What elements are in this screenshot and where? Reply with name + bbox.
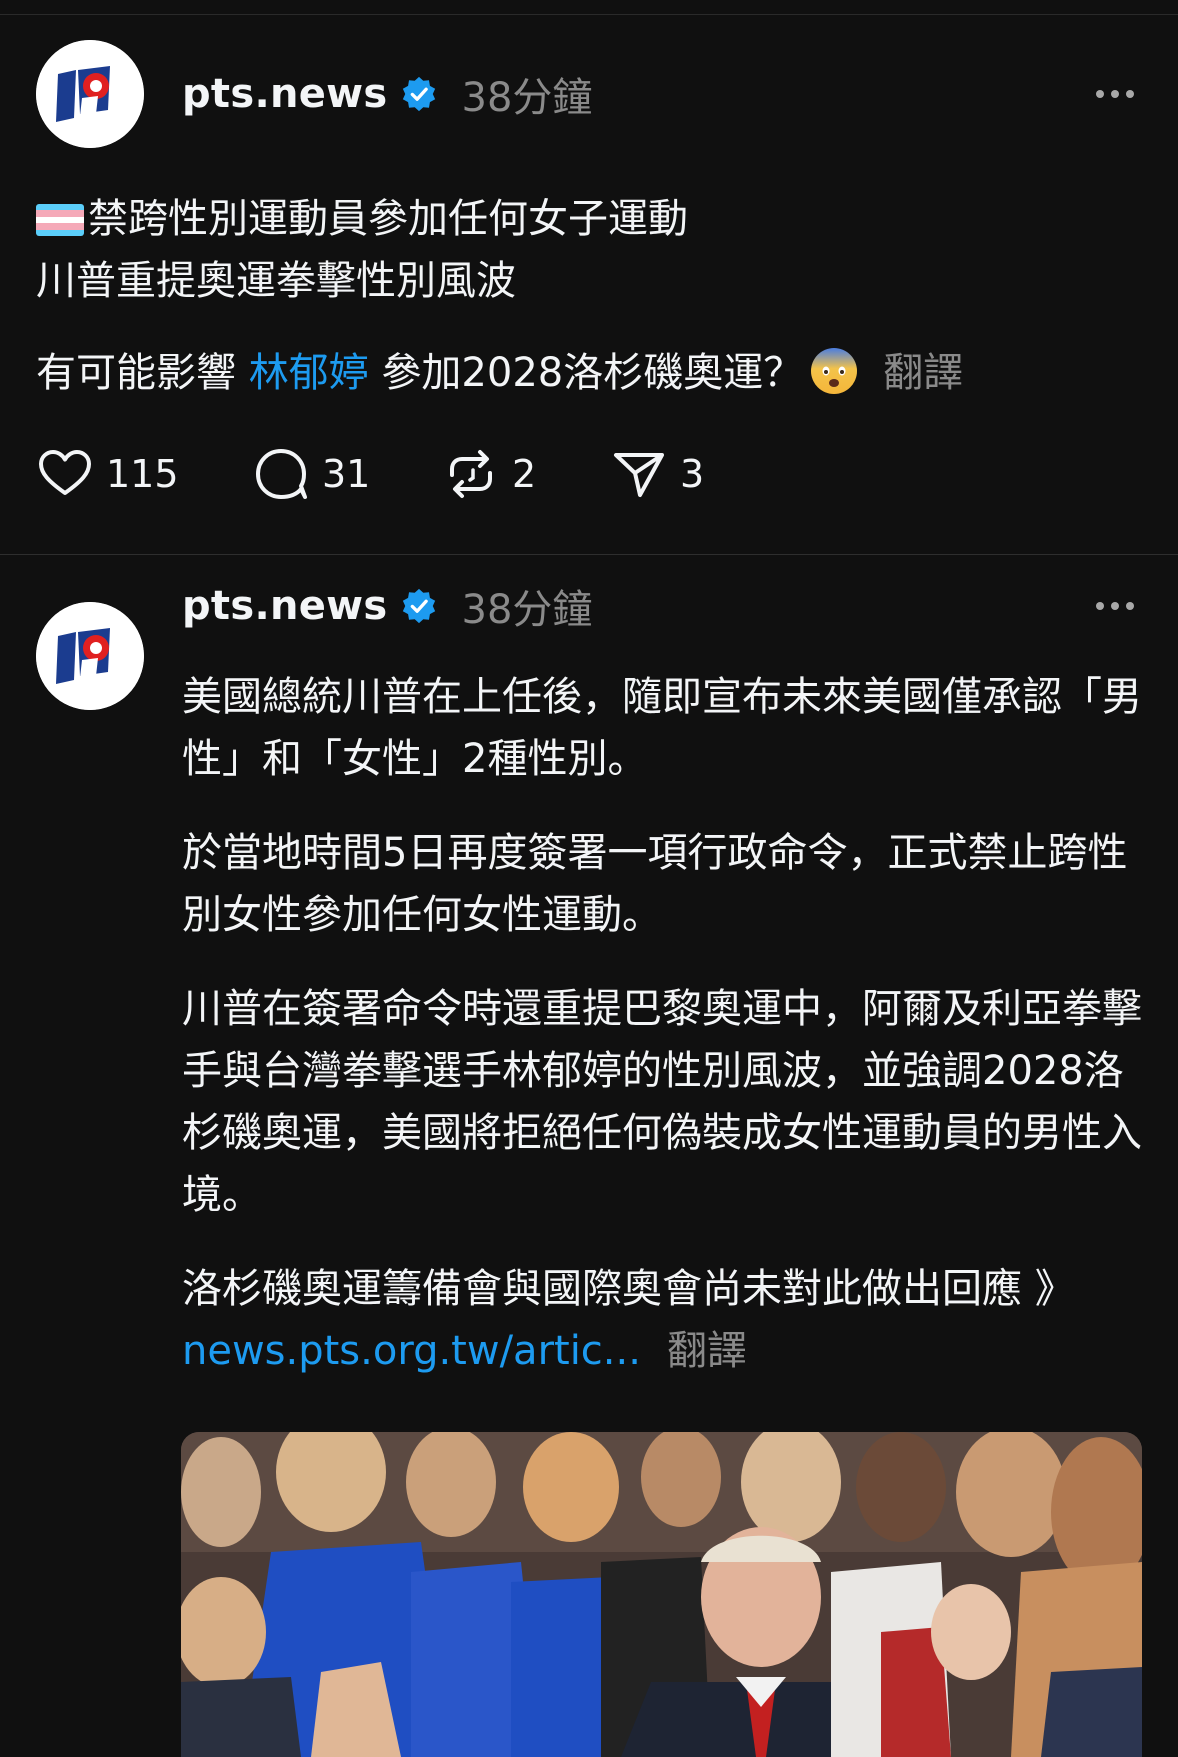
translate-button[interactable]: 翻譯 xyxy=(883,350,963,396)
post-body: 美國總統川普在上任後，隨即宣布未來美國僅承認「男性」和「女性」2種性別。 於當地… xyxy=(182,666,1142,1382)
post-1: pts.news 38分鐘 禁跨性別運動員參加任何女子運動 川普重提奧運拳擊性別… xyxy=(0,14,1178,555)
more-options-icon[interactable] xyxy=(1096,64,1134,124)
news-photo-illustration xyxy=(181,1432,1142,1757)
post-header: pts.news 38分鐘 xyxy=(182,64,592,124)
more-options-icon[interactable] xyxy=(1096,576,1134,636)
share-button[interactable]: 3 xyxy=(610,445,704,503)
post-text-line-1: 禁跨性別運動員參加任何女子運動 xyxy=(36,188,688,250)
timestamp: 38分鐘 xyxy=(461,587,593,633)
fearful-face-emoji-icon xyxy=(811,348,858,394)
comment-icon xyxy=(256,449,307,499)
like-count: 115 xyxy=(106,452,179,496)
timestamp: 38分鐘 xyxy=(461,75,593,121)
verified-badge-icon xyxy=(402,588,435,624)
username[interactable]: pts.news xyxy=(182,71,388,117)
heart-icon xyxy=(39,450,91,495)
transgender-flag-icon xyxy=(36,204,84,236)
paragraph: 洛杉磯奧運籌備會與國際奧會尚未對此做出回應 》 xyxy=(182,1266,1075,1312)
paragraph: 川普在簽署命令時還重提巴黎奧運中，阿爾及利亞拳擊手與台灣拳擊選手林郁婷的性別風波… xyxy=(182,986,1142,1218)
post-image[interactable] xyxy=(181,1432,1142,1757)
verified-badge-icon xyxy=(402,76,435,112)
repost-icon xyxy=(450,450,492,498)
reply-button[interactable]: 31 xyxy=(252,445,442,503)
send-icon xyxy=(614,453,664,497)
top-divider xyxy=(0,0,1178,15)
post-text-line-2: 川普重提奧運拳擊性別風波 xyxy=(36,258,516,304)
repost-button[interactable]: 2 xyxy=(442,445,610,503)
share-count: 3 xyxy=(680,452,705,496)
link-line: news.pts.org.tw/artic... 翻譯 xyxy=(182,1320,1142,1382)
like-button[interactable]: 115 xyxy=(36,445,252,503)
pts-logo-icon xyxy=(36,40,144,148)
mention-link[interactable]: 林郁婷 xyxy=(249,350,369,396)
article-link[interactable]: news.pts.org.tw/artic... xyxy=(182,1328,641,1374)
avatar[interactable] xyxy=(36,602,144,710)
translate-button[interactable]: 翻譯 xyxy=(667,1328,747,1374)
pts-logo-icon xyxy=(36,602,144,710)
repost-count: 2 xyxy=(512,452,537,496)
username[interactable]: pts.news xyxy=(182,583,388,629)
text-segment: 有可能影響 xyxy=(36,350,249,396)
paragraph: 美國總統川普在上任後，隨即宣布未來美國僅承認「男性」和「女性」2種性別。 xyxy=(182,674,1142,782)
headline-text: 禁跨性別運動員參加任何女子運動 xyxy=(88,196,688,242)
text-segment: 參加2028洛杉磯奧運？ xyxy=(368,350,804,396)
post-header: pts.news 38分鐘 xyxy=(182,576,592,636)
post-text-line-3: 有可能影響 林郁婷 參加2028洛杉磯奧運？ 翻譯 xyxy=(36,342,963,404)
paragraph: 於當地時間5日再度簽署一項行政命令，正式禁止跨性別女性參加任何女性運動。 xyxy=(182,830,1128,938)
reply-count: 31 xyxy=(322,452,371,496)
post-actions: 115 31 2 3 xyxy=(36,444,704,504)
avatar[interactable] xyxy=(36,40,144,148)
